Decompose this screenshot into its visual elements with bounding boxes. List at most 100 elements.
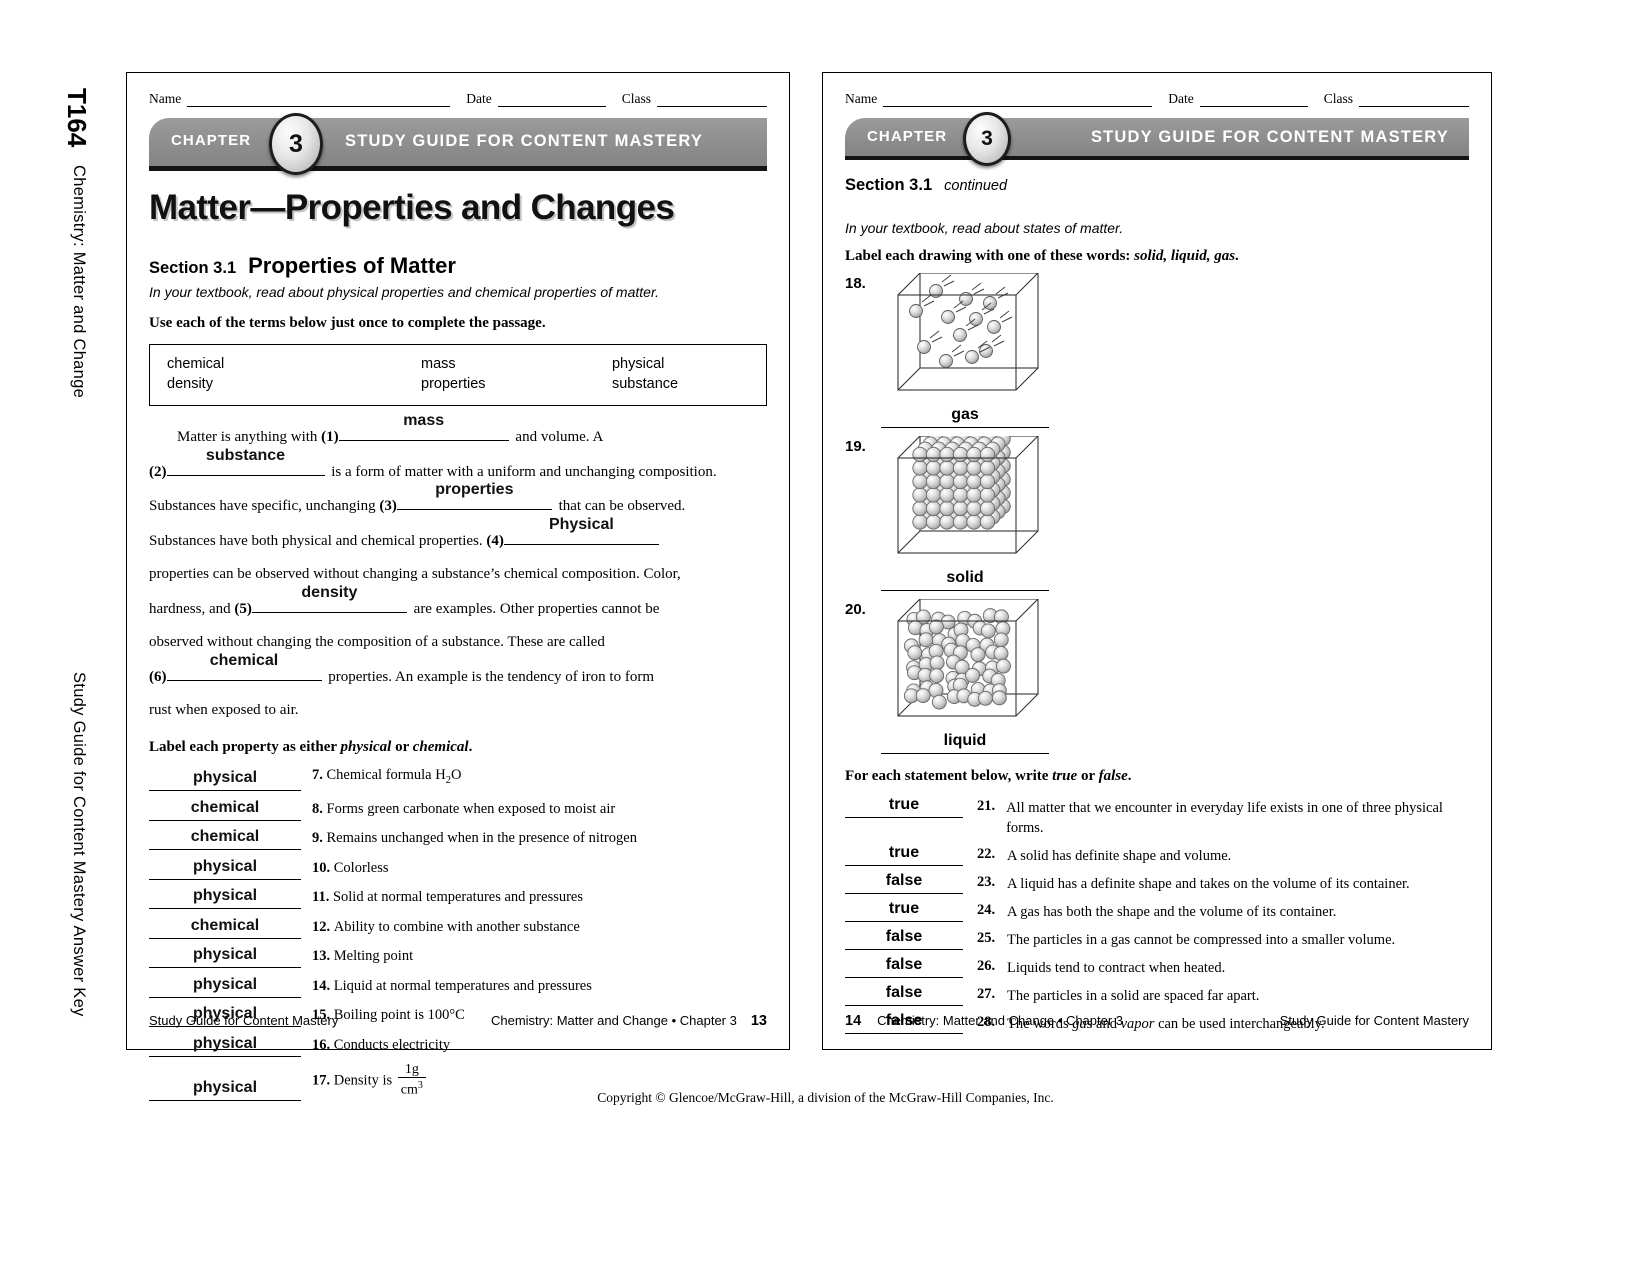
date-field[interactable] (1199, 95, 1308, 107)
statement-text: A liquid has a definite shape and takes … (1007, 876, 1410, 892)
property-answer-blank[interactable]: chemical (149, 826, 301, 851)
drawing-answer: gas (951, 406, 979, 423)
blank-number: (6) (149, 668, 167, 685)
property-answer: chemical (190, 916, 260, 934)
page-title: Matter—Properties and Changes (149, 188, 675, 227)
date-field[interactable] (497, 95, 606, 107)
blank-number: (3) (379, 498, 397, 514)
drawing-number: 20. (845, 601, 866, 618)
word-bank-row: chemical mass physical (150, 354, 766, 374)
word-bank-term: physical (611, 356, 665, 372)
property-answer: physical (192, 769, 258, 787)
true-false-answer-blank[interactable]: false (845, 926, 963, 950)
passage-line: rust when exposed to air. (149, 698, 767, 724)
statement-number: 21. (977, 798, 996, 814)
true-false-answer-blank[interactable]: true (845, 794, 963, 818)
property-answer-blank[interactable]: physical (149, 767, 301, 792)
worksheet-page-13: Name Date Class CHAPTER STUDY GUIDE FOR … (126, 72, 790, 1102)
answer-blank-3[interactable]: properties (396, 481, 552, 510)
statement-number: 23. (977, 874, 996, 890)
statement-number: 24. (977, 902, 996, 918)
passage-text: rust when exposed to air. (149, 702, 299, 718)
answer-blank-2[interactable]: substance (166, 447, 325, 476)
true-false-answer-blank[interactable]: false (845, 870, 963, 894)
chapter-number: 3 (981, 127, 993, 150)
property-answer-blank[interactable]: physical (149, 1033, 301, 1057)
banner-underline (845, 156, 1469, 160)
passage-text: Substances have both physical and chemic… (149, 532, 483, 549)
chapter-number-badge: 3 (963, 112, 1011, 166)
statement-number: 25. (977, 930, 996, 946)
chapter-number-badge: 3 (269, 113, 323, 175)
true-false-row: true 21. All matter that we encounter in e… (845, 794, 1469, 838)
margin-answer-key-label: Study Guide for Content Mastery Answer K… (70, 672, 88, 1017)
instruction-part: or (1077, 768, 1099, 784)
property-answer-blank[interactable]: physical (149, 974, 301, 998)
property-row: physical 11. Solid at normal temperatures… (149, 885, 767, 910)
passage-text: properties. An example is the tendency o… (328, 668, 654, 685)
instruction-part: Label each property as either (149, 738, 341, 755)
answer-blank-1[interactable]: mass (338, 412, 509, 441)
property-answer: physical (192, 946, 258, 964)
instruction-part: or (391, 738, 413, 755)
instruction-emphasis: true (1052, 768, 1078, 784)
property-answer-blank[interactable]: chemical (149, 915, 301, 939)
property-number: 16. (312, 1036, 334, 1053)
word-bank-row: density properties substance (150, 374, 766, 394)
footer-left: Study Guide for Content Mastery (149, 1013, 339, 1028)
true-false-answer-blank[interactable]: false (845, 954, 963, 978)
particle-cube-gas-icon (890, 272, 1040, 403)
property-number: 17. (312, 1073, 334, 1090)
answer-1: mass (403, 412, 445, 429)
label-drawing-instruction: Label each drawing with one of these wor… (845, 248, 1469, 265)
statement-text: All matter that we encounter in everyday… (1006, 800, 1443, 836)
answer-blank-6[interactable]: chemical (166, 652, 322, 681)
property-row: physical 7. Chemical formula H2O (149, 766, 767, 792)
property-answer-list: physical 7. Chemical formula H2O chemical 8… (149, 766, 767, 1102)
class-field[interactable] (657, 95, 767, 107)
name-label: Name (149, 91, 182, 106)
true-false-answer-blank[interactable]: false (845, 982, 963, 1006)
answer-4: Physical (548, 515, 614, 533)
property-answer: physical (192, 857, 258, 875)
true-false-row: false 23. A liquid has a definite shape an… (845, 870, 1469, 894)
instruction-part: . (1127, 768, 1132, 784)
property-answer-blank[interactable]: physical (149, 885, 301, 910)
footer-right: Chemistry: Matter and Change • Chapter 3 (490, 1013, 737, 1028)
property-text: 8. Forms green carbonate when exposed to… (312, 800, 616, 817)
margin-book-title: Chemistry: Matter and Change (70, 165, 88, 399)
name-date-class-row: Name Date Class (845, 91, 1469, 107)
name-field[interactable] (883, 95, 1153, 107)
property-row: chemical 8. Forms green carbonate when ex… (149, 797, 767, 821)
property-answer-blank[interactable]: physical (149, 856, 301, 880)
section-heading: Section 3.1 continued (845, 176, 1469, 195)
property-answer: chemical (190, 798, 260, 816)
class-field[interactable] (1359, 95, 1469, 107)
state-drawing-row: 19. solid (845, 431, 1469, 591)
instruction-emphasis: chemical (412, 738, 469, 755)
label-property-instruction: Label each property as either physical o… (149, 739, 767, 756)
drawing-answer-blank[interactable]: gas (881, 405, 1049, 428)
true-false-answer-blank[interactable]: true (845, 898, 963, 922)
read-instruction: In your textbook, read about states of m… (845, 220, 1124, 236)
page-number: 13 (750, 1013, 767, 1029)
property-answer-blank[interactable]: physical (149, 944, 301, 969)
passage-line: Substances have both physical and chemic… (149, 516, 767, 555)
answer-blank-5[interactable]: density (251, 584, 407, 613)
drawing-answer-blank[interactable]: solid (881, 568, 1049, 591)
answer-6: chemical (209, 651, 279, 669)
true-false-row: true 22. A solid has definite shape and vo… (845, 842, 1469, 866)
answer-blank-4[interactable]: Physical (503, 516, 659, 545)
property-answer-blank[interactable]: chemical (149, 797, 301, 821)
chapter-number: 3 (289, 129, 303, 158)
true-false-answer-blank[interactable]: true (845, 842, 963, 866)
property-row: physical 16. Conducts electricity (149, 1033, 767, 1057)
banner-title: STUDY GUIDE FOR CONTENT MASTERY (345, 132, 704, 150)
drawing-answer-blank[interactable]: liquid (881, 731, 1049, 754)
property-text: 9. Remains unchanged when in the presenc… (312, 830, 637, 847)
statement-number: 27. (977, 986, 996, 1002)
name-label: Name (845, 91, 878, 106)
property-number: 14. (312, 977, 334, 994)
banner-title: STUDY GUIDE FOR CONTENT MASTERY (1090, 128, 1449, 146)
name-field[interactable] (187, 95, 451, 107)
